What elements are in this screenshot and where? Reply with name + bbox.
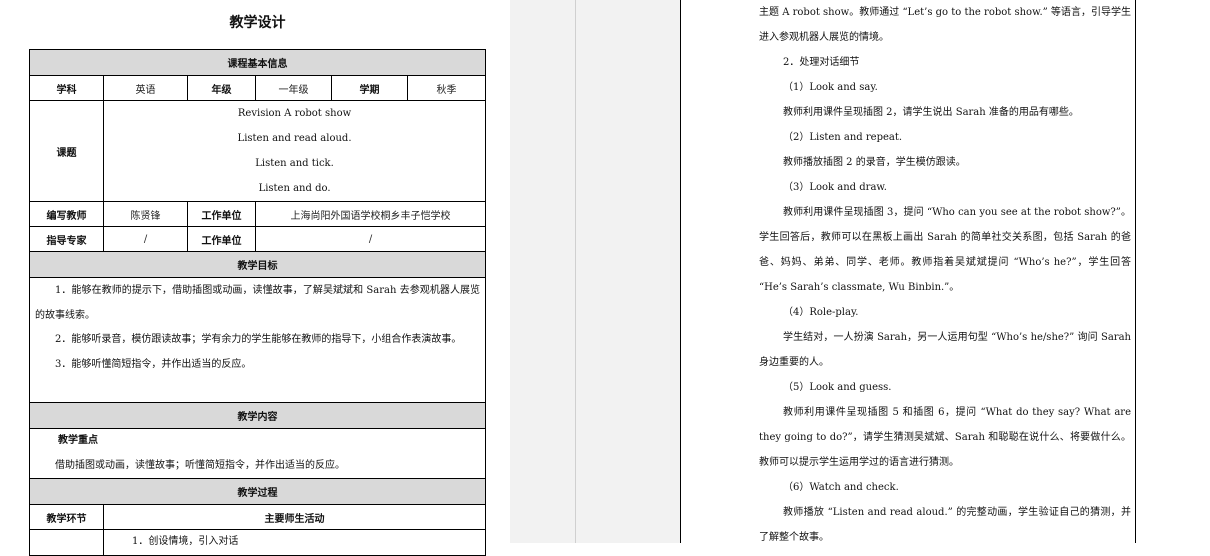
topic-line: Listen and do. — [258, 183, 331, 194]
page-separator — [575, 0, 576, 543]
topic-line: Revision A robot show — [237, 108, 352, 119]
goal-item: 1．能够在教师的提示下，借助插图或动画，读懂故事，了解吴斌斌和 Sarah 去参… — [35, 285, 481, 321]
topic-line: Listen and read aloud. — [237, 133, 352, 144]
activity-paragraph: 教师利用课件呈现插图 3，提问 “Who can you see at the … — [759, 207, 1131, 293]
activity-paragraph: （6）Watch and check. — [783, 482, 899, 493]
activity-paragraph: 教师播放插图 2 的录音，学生模仿跟读。 — [783, 157, 966, 168]
activity-paragraph: 2．处理对话细节 — [783, 57, 860, 68]
page-gap — [510, 0, 680, 543]
unit-label: 工作单位 — [187, 201, 256, 227]
activity-paragraph: 教师利用课件呈现插图 2，请学生说出 Sarah 准备的用品有哪些。 — [783, 107, 1079, 118]
topic-line: Listen and tick. — [255, 158, 334, 169]
document-page-left: 教学设计 课程基本信息 学科 英语 年级 一年级 学期 秋季 课题 Revisi… — [0, 0, 510, 556]
term-value: 秋季 — [406, 75, 487, 101]
section-basic-info: 课程基本信息 — [28, 49, 487, 76]
activity-paragraph: （1）Look and say. — [783, 82, 878, 93]
activity-paragraph: 教师利用课件呈现插图 5 和插图 6，提问 “What do they say?… — [759, 407, 1131, 468]
section-goals: 教学目标 — [28, 251, 487, 278]
unit-value: 上海尚阳外国语学校桐乡丰子恺学校 — [254, 201, 487, 227]
unit2-label: 工作单位 — [187, 226, 256, 252]
goal-item: 3．能够听懂简短指令，并作出适当的反应。 — [55, 358, 252, 370]
process-col-stage: 教学环节 — [29, 504, 104, 530]
goals-list: 1．能够在教师的提示下，借助插图或动画，读懂故事，了解吴斌斌和 Sarah 去参… — [28, 277, 487, 403]
unit2-value: / — [254, 226, 487, 252]
process-col-activities: 主要师生活动 — [102, 504, 487, 530]
activity-paragraph: （5）Look and guess. — [783, 382, 892, 393]
lesson-table: 课程基本信息 学科 英语 年级 一年级 学期 秋季 课题 Revision A … — [28, 49, 487, 556]
advisor-label: 指导专家 — [29, 226, 104, 252]
term-label: 学期 — [331, 75, 408, 101]
grade-label: 年级 — [187, 75, 256, 101]
process-activity-text: 1．创设情境，引入对话 — [132, 536, 239, 547]
document-page-right: 主题 A robot show。教师通过 “Let’s go to the ro… — [680, 0, 1210, 543]
activity-paragraph: （3）Look and draw. — [783, 182, 887, 193]
author-value: 陈贤锋 — [103, 201, 188, 227]
activity-cell-continued: 主题 A robot show。教师通过 “Let’s go to the ro… — [680, 0, 1136, 543]
process-stage-cell — [29, 529, 104, 556]
section-content: 教学内容 — [28, 402, 487, 429]
page-title: 教学设计 — [229, 15, 286, 31]
section-process: 教学过程 — [28, 478, 487, 505]
activity-paragraph: （4）Role-play. — [783, 307, 859, 318]
subject-value: 英语 — [103, 75, 188, 101]
content-block: 教学重点 借助插图或动画，读懂故事；听懂简短指令，并作出适当的反应。 — [28, 428, 487, 479]
goal-item: 2．能够听录音，模仿跟读故事；学有余力的学生能够在教师的指导下，小组合作表演故事… — [55, 334, 462, 345]
author-label: 编写教师 — [29, 201, 104, 227]
advisor-value: / — [103, 226, 188, 252]
topic-value: Revision A robot show Listen and read al… — [102, 100, 487, 202]
process-activity-cell: 1．创设情境，引入对话 — [102, 529, 487, 556]
key-points-heading: 教学重点 — [58, 435, 98, 446]
topic-label: 课题 — [29, 100, 104, 202]
subject-label: 学科 — [29, 75, 104, 101]
key-points-text: 借助插图或动画，读懂故事；听懂简短指令，并作出适当的反应。 — [55, 459, 345, 471]
activity-paragraph: 主题 A robot show。教师通过 “Let’s go to the ro… — [759, 7, 1131, 43]
activity-paragraph: 学生结对，一人扮演 Sarah，另一人运用句型 “Who’s he/she?” … — [759, 332, 1131, 368]
grade-value: 一年级 — [255, 75, 332, 101]
activity-paragraph: （2）Listen and repeat. — [783, 132, 903, 143]
